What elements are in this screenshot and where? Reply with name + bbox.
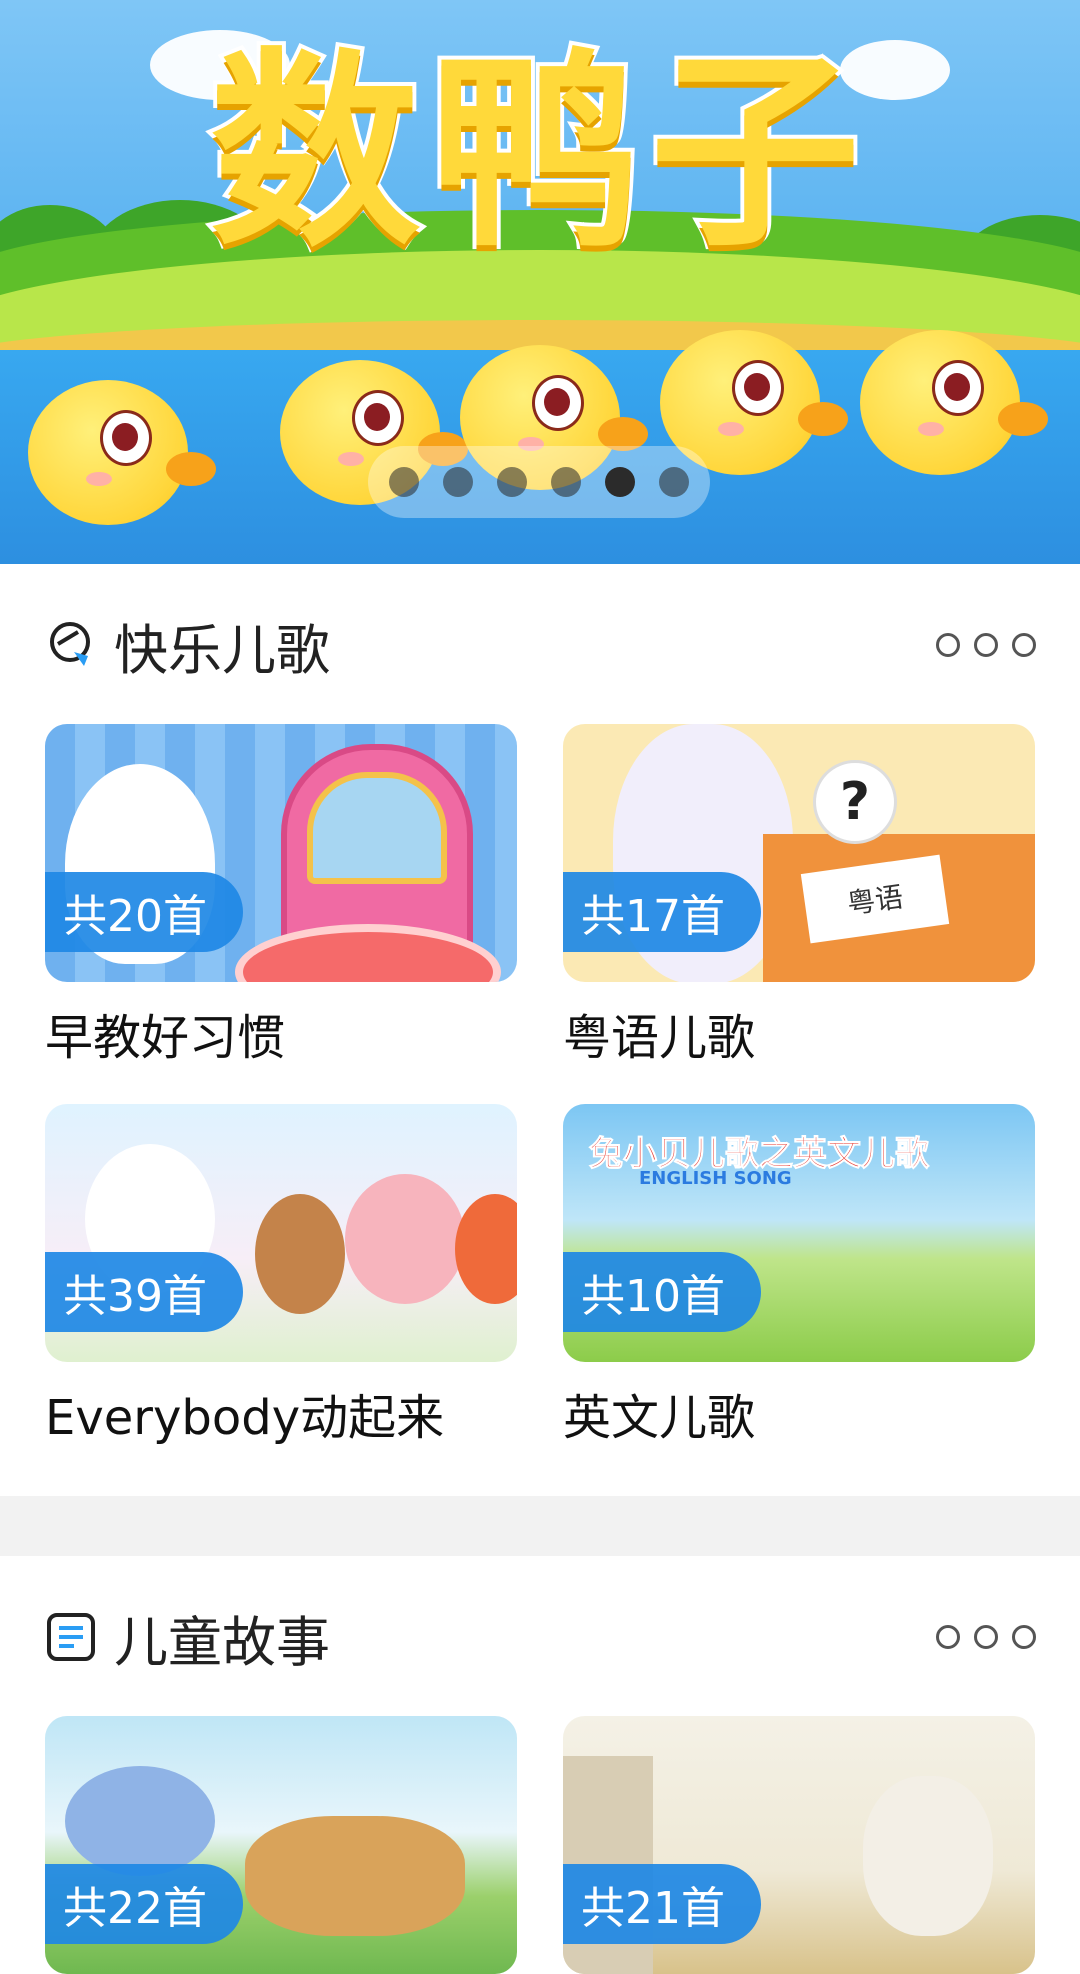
card-thumbnail: 粤语 ? 共17首 bbox=[563, 724, 1035, 982]
more-dot bbox=[936, 633, 960, 657]
card-story-2[interactable]: 共21首 bbox=[563, 1716, 1035, 1974]
duck bbox=[28, 380, 216, 530]
carousel-dot-active[interactable] bbox=[605, 467, 635, 497]
song-count-badge: 共20首 bbox=[45, 872, 243, 952]
banner-carousel[interactable]: 数鸭子 bbox=[0, 0, 1080, 564]
section-title: 快乐儿歌 bbox=[114, 618, 330, 682]
card-story-1[interactable]: 共22首 bbox=[45, 1716, 517, 1974]
card-english-songs[interactable]: 兔小贝儿歌之英文儿歌 ENGLISH SONG 共10首 英文儿歌 bbox=[563, 1104, 1035, 1448]
story-count-badge: 共21首 bbox=[563, 1864, 761, 1944]
question-bubble: ? bbox=[813, 760, 897, 844]
section-header-songs: 快乐儿歌 bbox=[44, 600, 1036, 690]
story-count-badge: 共22首 bbox=[45, 1864, 243, 1944]
section-divider bbox=[0, 1496, 1080, 1556]
carousel-dot[interactable] bbox=[443, 467, 473, 497]
card-label: Everybody动起来 bbox=[45, 1390, 445, 1446]
carousel-dot[interactable] bbox=[551, 467, 581, 497]
carousel-dot[interactable] bbox=[389, 467, 419, 497]
card-cantonese-songs[interactable]: 粤语 ? 共17首 粤语儿歌 bbox=[563, 724, 1035, 1068]
card-everybody-move[interactable]: 共39首 Everybody动起来 bbox=[45, 1104, 517, 1448]
more-button[interactable] bbox=[936, 1625, 1036, 1649]
more-dot bbox=[936, 1625, 960, 1649]
card-thumbnail: 共39首 bbox=[45, 1104, 517, 1362]
duck bbox=[860, 330, 1048, 480]
card-label: 粤语儿歌 bbox=[563, 1010, 756, 1066]
song-count-badge: 共17首 bbox=[563, 872, 761, 952]
more-dot bbox=[974, 633, 998, 657]
carousel-dot[interactable] bbox=[659, 467, 689, 497]
more-dot bbox=[1012, 633, 1036, 657]
carousel-indicator bbox=[368, 446, 710, 518]
card-thumbnail: 共20首 bbox=[45, 724, 517, 982]
more-dot bbox=[974, 1625, 998, 1649]
card-label: 早教好习惯 bbox=[45, 1010, 286, 1066]
carousel-dot[interactable] bbox=[497, 467, 527, 497]
card-early-habits[interactable]: 共20首 早教好习惯 bbox=[45, 724, 517, 1068]
thumb-subtitle: ENGLISH SONG bbox=[639, 1168, 792, 1189]
card-label: 英文儿歌 bbox=[563, 1390, 756, 1446]
banner-title: 数鸭子 bbox=[206, 26, 870, 279]
song-count-badge: 共10首 bbox=[563, 1252, 761, 1332]
song-count-badge: 共39首 bbox=[45, 1252, 243, 1332]
card-thumbnail: 共21首 bbox=[563, 1716, 1035, 1974]
more-dot bbox=[1012, 1625, 1036, 1649]
card-thumbnail: 共22首 bbox=[45, 1716, 517, 1974]
card-thumbnail: 兔小贝儿歌之英文儿歌 ENGLISH SONG 共10首 bbox=[563, 1104, 1035, 1362]
section-title: 儿童故事 bbox=[114, 1610, 330, 1674]
more-button[interactable] bbox=[936, 633, 1036, 657]
document-icon bbox=[47, 1613, 95, 1661]
music-note-icon bbox=[50, 622, 90, 666]
section-header-stories: 儿童故事 bbox=[44, 1592, 1036, 1682]
